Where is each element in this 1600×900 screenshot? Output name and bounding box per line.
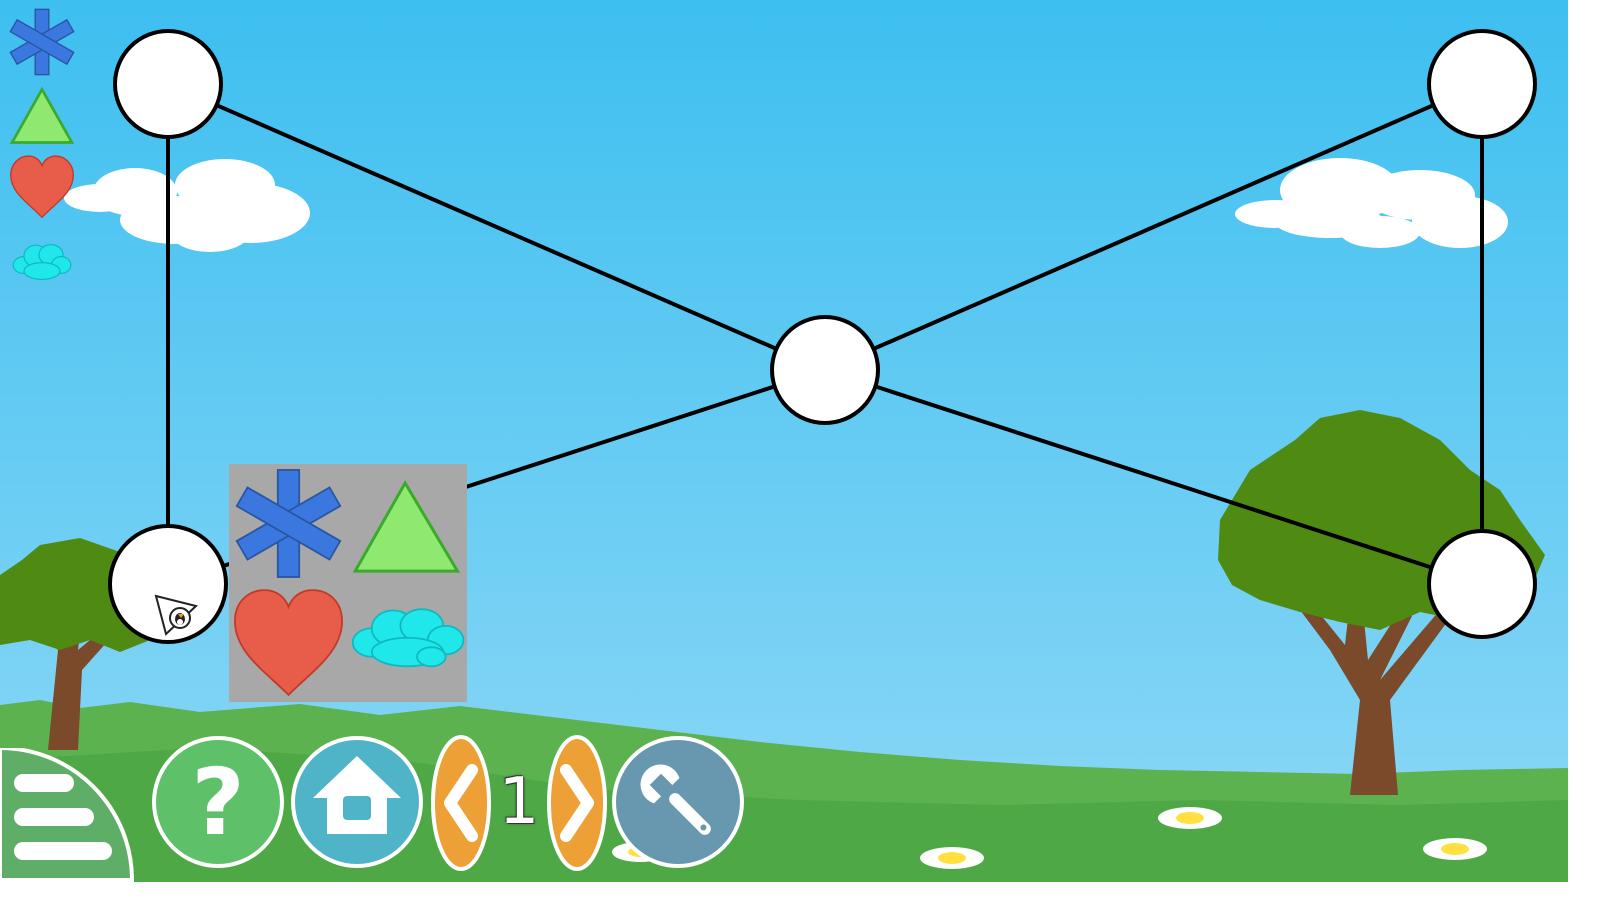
graph-node[interactable] xyxy=(770,315,880,425)
tux-cursor-icon xyxy=(152,592,202,638)
legend-cloud-icon xyxy=(8,232,76,300)
legend-asterisk-icon xyxy=(8,8,76,76)
cloud-icon xyxy=(351,608,465,668)
help-label: ? xyxy=(191,749,244,856)
pick-cloud-button[interactable] xyxy=(348,583,467,702)
triangle-icon xyxy=(352,480,461,573)
legend-triangle-icon xyxy=(8,84,76,152)
legend-heart-icon xyxy=(8,152,76,220)
hamburger-icon xyxy=(0,745,135,882)
graph-node[interactable] xyxy=(1427,529,1537,639)
chevron-left-icon xyxy=(431,735,491,871)
pick-asterisk-button[interactable] xyxy=(229,464,348,583)
question-mark-icon: ? xyxy=(152,736,284,868)
pick-triangle-button[interactable] xyxy=(348,464,467,583)
help-button[interactable]: ? xyxy=(150,734,286,870)
graph-node[interactable] xyxy=(113,29,223,139)
home-button[interactable] xyxy=(289,734,425,870)
menu-button[interactable] xyxy=(0,745,135,882)
wrench-icon xyxy=(612,736,744,868)
flower xyxy=(1423,838,1487,860)
graph-node[interactable] xyxy=(1427,29,1537,139)
shape-picker xyxy=(229,464,467,702)
chevron-right-icon xyxy=(547,735,607,871)
flower xyxy=(1158,807,1222,829)
next-level-button[interactable] xyxy=(546,734,608,872)
heart-icon xyxy=(234,589,343,697)
previous-level-button[interactable] xyxy=(430,734,492,872)
settings-button[interactable] xyxy=(610,734,746,870)
level-number: 1 xyxy=(498,765,540,839)
pick-heart-button[interactable] xyxy=(229,583,348,702)
asterisk-icon xyxy=(235,469,342,578)
house-icon xyxy=(291,736,423,868)
flower xyxy=(920,847,984,869)
